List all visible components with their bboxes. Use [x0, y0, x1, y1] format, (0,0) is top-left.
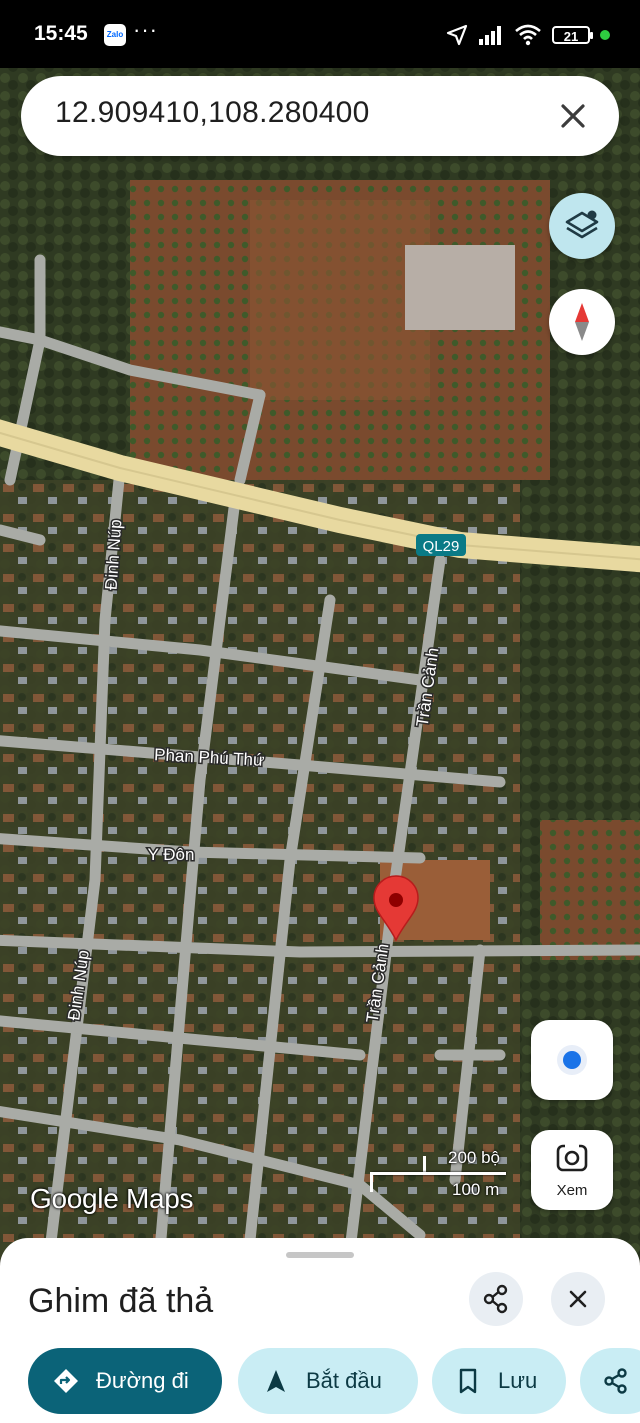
navigation-arrow-icon — [262, 1367, 290, 1395]
battery-icon: 21 — [552, 26, 593, 44]
scale-metric: 100 m — [452, 1180, 500, 1199]
start-navigation-button[interactable]: Bắt đầu — [238, 1348, 418, 1414]
share-icon — [602, 1367, 630, 1395]
google-maps-attribution: Google Maps — [30, 1183, 194, 1214]
search-bar[interactable]: 12.909410,108.280400 — [21, 76, 619, 156]
view-button-label: Xem — [556, 1182, 588, 1199]
share-chip-button[interactable] — [580, 1348, 640, 1414]
zalo-notification-icon: Zalo — [104, 24, 126, 46]
more-notifications-icon: ··· — [133, 17, 158, 42]
scale-bar — [372, 1172, 506, 1175]
farm-field — [250, 200, 430, 400]
status-bar: 15:45 Zalo ··· 21 — [0, 0, 640, 68]
status-time: 15:45 — [34, 22, 88, 45]
directions-button[interactable]: Đường đi — [28, 1348, 222, 1414]
close-icon[interactable] — [549, 92, 597, 140]
street-view-button[interactable]: Xem — [531, 1130, 613, 1210]
my-location-icon — [557, 1045, 587, 1075]
highway-shield: QL29 — [416, 534, 466, 556]
bookmark-icon — [454, 1367, 482, 1395]
layers-button[interactable] — [549, 193, 615, 259]
close-icon — [569, 1290, 587, 1308]
save-button[interactable]: Lưu — [432, 1348, 566, 1414]
farm-field — [540, 820, 640, 960]
wifi-icon — [515, 24, 541, 46]
status-icons: 21 — [446, 22, 610, 48]
scale-tick — [370, 1172, 373, 1192]
cell-signal-icon — [479, 26, 501, 45]
sheet-title: Ghim đã thả — [28, 1282, 214, 1320]
directions-icon — [52, 1367, 80, 1395]
sheet-drag-handle[interactable] — [286, 1252, 354, 1258]
place-bottom-sheet: Ghim đã thả Đường đi Bắt đầu Lưu — [0, 1238, 640, 1423]
highway-label: QL29 — [423, 538, 460, 555]
save-label: Lưu — [498, 1368, 538, 1393]
layers-icon — [565, 210, 599, 239]
map-scale: 200 bộ 100 m — [368, 1148, 508, 1200]
scale-imperial: 200 bộ — [448, 1148, 500, 1167]
road-label-y-don: Y Đôn — [148, 845, 195, 864]
compass-button[interactable] — [549, 289, 615, 355]
google-maps-screen: 15:45 Zalo ··· 21 QL29 Đinh Núp Đinh Núp… — [0, 0, 640, 1423]
close-sheet-button[interactable] — [551, 1272, 605, 1326]
location-arrow-icon — [446, 24, 468, 46]
privacy-indicator-icon — [600, 30, 610, 40]
start-label: Bắt đầu — [306, 1368, 382, 1393]
bare-field — [405, 245, 515, 330]
my-location-button[interactable] — [531, 1020, 613, 1100]
camera-view-icon — [556, 1142, 588, 1172]
directions-label: Đường đi — [96, 1368, 189, 1393]
search-query[interactable]: 12.909410,108.280400 — [55, 96, 370, 130]
compass-icon — [575, 303, 589, 341]
share-icon — [483, 1284, 508, 1314]
share-button[interactable] — [469, 1272, 523, 1326]
